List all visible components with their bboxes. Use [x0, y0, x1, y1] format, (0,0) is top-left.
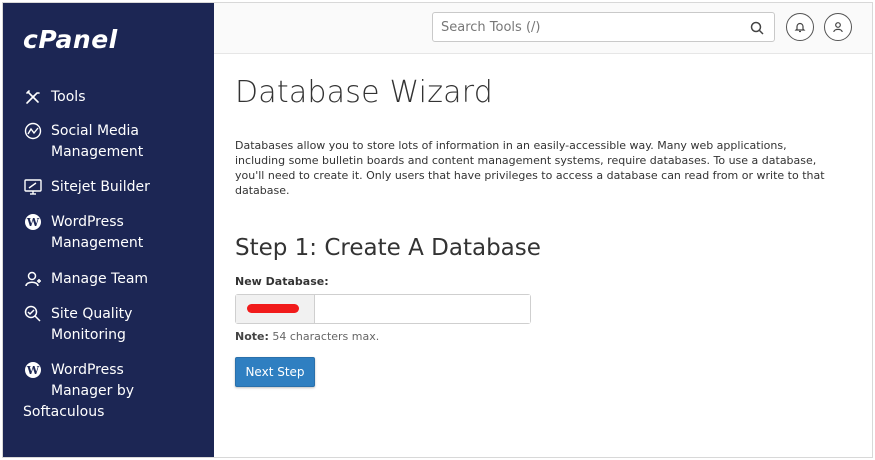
search-input[interactable]: [433, 13, 749, 41]
character-limit-note: Note: 54 characters max.: [235, 330, 379, 343]
new-database-field-group: [235, 294, 531, 324]
sitejet-icon: [23, 177, 43, 197]
sidebar-item-tools[interactable]: Tools: [23, 87, 86, 108]
note-text: 54 characters max.: [268, 330, 380, 343]
sidebar-item-label: Tools: [51, 89, 86, 105]
top-bar: [214, 3, 872, 54]
social-media-icon: [23, 121, 43, 141]
new-database-label: New Database:: [235, 275, 329, 288]
site-quality-icon: [23, 304, 43, 324]
sidebar-item-manage-team[interactable]: Manage Team: [23, 269, 148, 290]
wordpress-icon: W: [23, 360, 43, 380]
sidebar-item-wordpress-management[interactable]: W WordPress Management: [23, 212, 143, 254]
sidebar-item-social-media-management[interactable]: Social Media Management: [23, 121, 143, 163]
svg-text:W: W: [26, 216, 40, 229]
sidebar-item-label: WordPress Manager by: [51, 362, 134, 399]
sidebar-item-label: WordPress Management: [51, 214, 144, 251]
user-account-icon[interactable]: [824, 13, 852, 41]
database-prefix-redacted: [236, 295, 315, 323]
manage-team-icon: [23, 269, 43, 289]
page-description: Databases allow you to store lots of inf…: [235, 139, 825, 197]
note-label: Note:: [235, 330, 269, 343]
sidebar-item-label: Sitejet Builder: [51, 179, 150, 195]
app-window: cPanel Tools Social Media Management Sit…: [2, 2, 873, 458]
search-icon[interactable]: [750, 20, 766, 36]
sidebar-item-label: Manage Team: [51, 271, 149, 287]
search-box: [432, 12, 775, 42]
notification-bell-icon[interactable]: [786, 13, 814, 41]
sidebar-item-label-continued[interactable]: Softaculous: [23, 402, 104, 423]
sidebar-item-wordpress-manager-softaculous[interactable]: W WordPress Manager by: [23, 360, 134, 402]
redaction-mark: [247, 304, 299, 313]
sidebar-item-sitejet-builder[interactable]: Sitejet Builder: [23, 177, 150, 198]
cpanel-logo[interactable]: cPanel: [23, 25, 118, 54]
svg-text:W: W: [26, 364, 40, 377]
sidebar-item-label: Social Media Management: [51, 123, 144, 160]
next-step-button[interactable]: Next Step: [235, 357, 315, 387]
step-title: Step 1: Create A Database: [235, 235, 541, 261]
sidebar: cPanel Tools Social Media Management Sit…: [3, 3, 214, 457]
new-database-input[interactable]: [315, 295, 530, 323]
page-title: Database Wizard: [235, 75, 493, 110]
sidebar-item-site-quality-monitoring[interactable]: Site Quality Monitoring: [23, 304, 132, 346]
tools-icon: [23, 87, 43, 107]
wordpress-icon: W: [23, 212, 43, 232]
sidebar-item-label: Site Quality Monitoring: [51, 306, 133, 343]
